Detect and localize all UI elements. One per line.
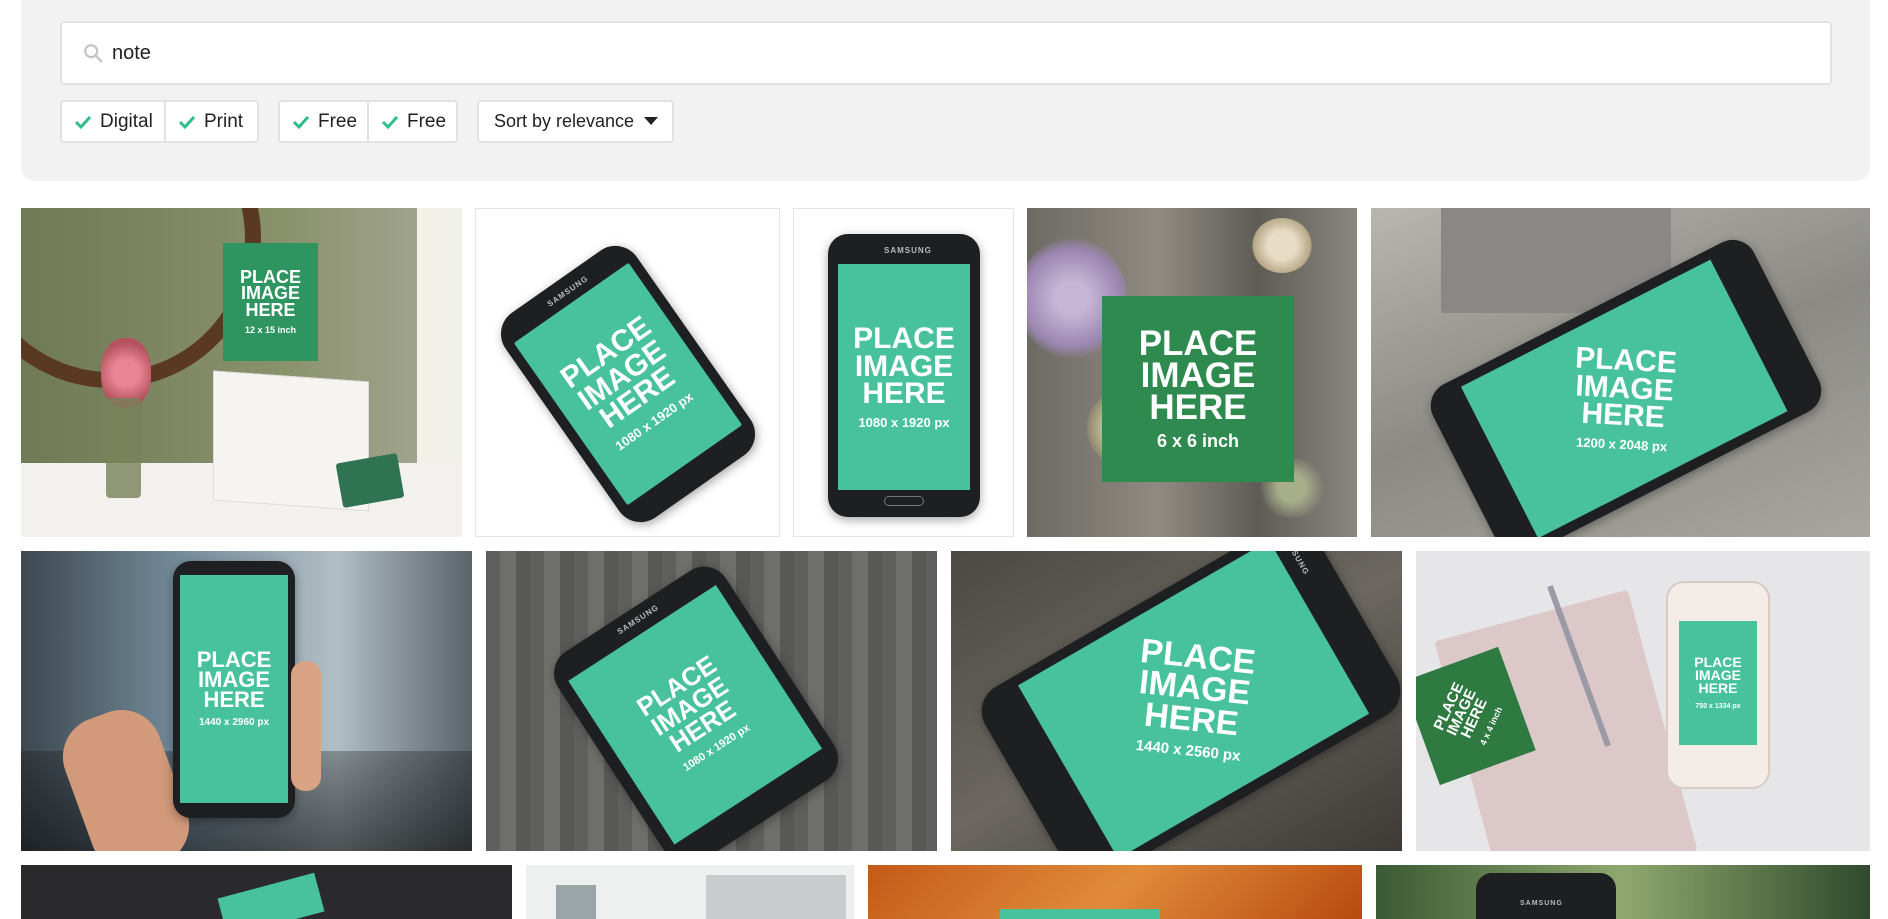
mockup-thumbnail[interactable]: SAMSUNG PLACE IMAGE HERE 1440 x 2560 px: [951, 551, 1402, 851]
mockup-dimensions: 750 x 1334 px: [1695, 702, 1741, 710]
mockup-dimensions: 1440 x 2960 px: [198, 717, 270, 729]
mockup-thumbnail[interactable]: PLACE IMAGE HERE 1200 x 2048 px: [1371, 208, 1870, 537]
search-icon: [84, 44, 103, 63]
mockup-thumbnail[interactable]: SAMSUNG: [1376, 865, 1870, 919]
search-input[interactable]: [112, 41, 1712, 65]
mockup-placeholder: PLACE IMAGE HERE: [239, 266, 301, 320]
filter-free-2[interactable]: Free: [368, 100, 458, 143]
mockup-placeholder: PLACE IMAGE HERE: [1138, 323, 1258, 428]
chevron-down-icon: [644, 117, 658, 125]
mockup-placeholder: PLACE IMAGE HERE: [1137, 631, 1258, 743]
mockup-dimensions: 1080 x 1920 px: [858, 414, 950, 430]
check-icon: [381, 115, 399, 129]
mockup-dimensions: 6 x 6 inch: [1156, 431, 1240, 452]
filter-digital[interactable]: Digital: [60, 100, 166, 143]
filter-digital-label: Digital: [100, 110, 153, 132]
filter-print[interactable]: Print: [165, 100, 259, 143]
mockup-thumbnail[interactable]: [21, 865, 512, 919]
mockup-dimensions: 1200 x 2048 px: [1575, 434, 1668, 455]
check-icon: [74, 115, 92, 129]
check-icon: [178, 115, 196, 129]
sort-label: Sort by relevance: [494, 111, 635, 131]
mockup-placeholder: PLACE IMAGE HERE: [853, 322, 955, 411]
brand-label: SAMSUNG: [884, 246, 932, 255]
filter-print-label: Print: [204, 110, 244, 132]
mockup-thumbnail[interactable]: [526, 865, 854, 919]
mockup-thumbnail[interactable]: PLACE IMAGE HERE 6 x 6 inch: [1027, 208, 1357, 537]
mockup-dimensions: 12 x 15 inch: [244, 325, 297, 336]
mockup-thumbnail[interactable]: PLACE IMAGE HERE 4 x 4 inch PLACE IMAGE HERE…: [1416, 551, 1870, 851]
mockup-placeholder: PLACE IMAGE HERE: [196, 646, 272, 713]
filter-free-label: Free: [318, 110, 358, 132]
mockup-thumbnail[interactable]: SAMSUNG PLACE IMAGE HERE 1080 x 1920 px: [486, 551, 937, 851]
mockup-thumbnail[interactable]: [868, 865, 1362, 919]
filter-free-2-label: Free: [407, 110, 447, 132]
mockup-thumbnail[interactable]: SAMSUNG PLACE IMAGE HERE 1080 x 1920 px: [793, 208, 1014, 537]
search-bar[interactable]: [60, 21, 1832, 85]
mockup-placeholder: PLACE IMAGE HERE: [1694, 654, 1742, 696]
filter-free[interactable]: Free: [278, 100, 369, 143]
mockup-placeholder: PLACE IMAGE HERE: [1574, 341, 1678, 435]
brand-label: SAMSUNG: [1520, 900, 1563, 907]
mockup-thumbnail[interactable]: SAMSUNG PLACE IMAGE HERE 1080 x 1920 px: [475, 208, 780, 537]
mockup-thumbnail[interactable]: PLACE IMAGE HERE 12 x 15 inch: [21, 208, 462, 537]
mockup-thumbnail[interactable]: PLACE IMAGE HERE 1440 x 2960 px: [21, 551, 472, 851]
sort-dropdown[interactable]: Sort by relevance: [477, 100, 674, 143]
check-icon: [292, 115, 310, 129]
